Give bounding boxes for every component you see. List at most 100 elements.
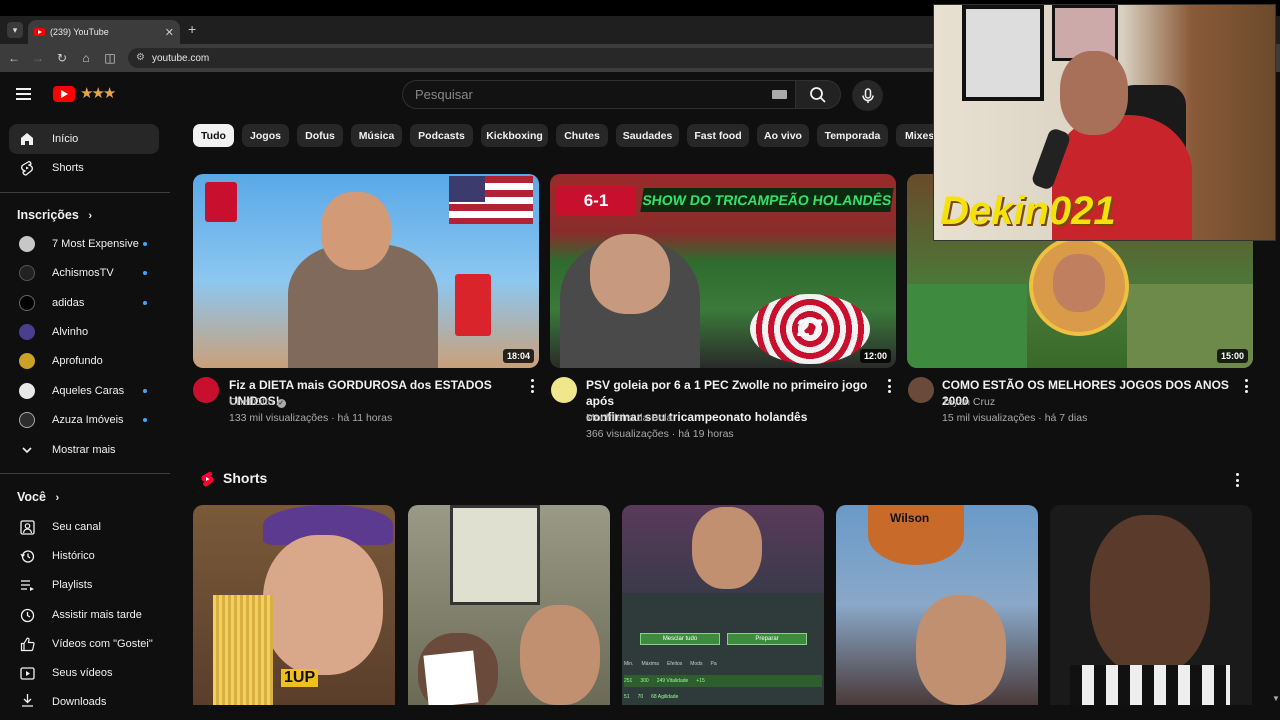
col-min: Min.: [624, 661, 634, 667]
scroll-down-icon[interactable]: ▼: [1272, 694, 1280, 703]
video-meta: 133 mil visualizações · há 11 horas: [229, 412, 393, 424]
keyboard-icon[interactable]: [772, 90, 787, 99]
video-title-line-1: PSV goleia por 6 a 1 PEC Zwolle no prime…: [586, 378, 868, 408]
game-table-row: 251 300 249 Vitalidade +15: [624, 675, 822, 687]
short-thumbnail[interactable]: [408, 505, 610, 705]
sidebar-item-subscription[interactable]: AchismosTV: [9, 258, 159, 288]
sidebar-item-downloads[interactable]: Downloads: [9, 687, 159, 707]
search-placeholder: Pesquisar: [415, 87, 473, 102]
chip-chutes[interactable]: Chutes: [556, 124, 608, 147]
sidebar-divider: [0, 192, 170, 193]
browser-tab-youtube[interactable]: (239) YouTube ✕: [28, 20, 180, 44]
show-more-button[interactable]: Mostrar mais: [9, 435, 159, 465]
sidebar-item-historico[interactable]: Histórico: [9, 541, 159, 571]
site-info-icon[interactable]: ⚙: [136, 52, 145, 63]
short-thumbnail[interactable]: 1UP: [193, 505, 395, 705]
verified-icon: ✓: [276, 399, 286, 408]
sidebar-item-subscription[interactable]: Alvinho: [9, 317, 159, 347]
tab-search-icon[interactable]: ▾: [7, 22, 23, 38]
search-button[interactable]: [795, 80, 841, 109]
channel-name[interactable]: CheffOtto ✓: [229, 396, 286, 408]
more-options-icon[interactable]: [527, 379, 537, 393]
channel-avatar: [19, 236, 35, 252]
kfc-bucket-graphic: [205, 182, 237, 222]
menu-icon[interactable]: [16, 85, 36, 105]
show-more-label: Mostrar mais: [52, 444, 116, 456]
youtube-logo-icon[interactable]: [53, 86, 75, 102]
chip-temporada[interactable]: Temporada: [817, 124, 888, 147]
channel-avatar[interactable]: [908, 377, 934, 403]
sidebar-item-seu-canal[interactable]: Seu canal: [9, 512, 159, 542]
short-overlay-text: 1UP: [281, 669, 319, 687]
channel-name[interactable]: Tayan Cruz: [942, 396, 995, 408]
url-text: youtube.com: [152, 52, 210, 64]
you-heading[interactable]: Você ›: [17, 490, 59, 504]
sidebar-item-label: Downloads: [52, 696, 107, 707]
person-face: [321, 192, 391, 270]
short-thumbnail[interactable]: [1050, 505, 1252, 705]
search-input[interactable]: Pesquisar: [402, 80, 795, 109]
chip-fast-food[interactable]: Fast food: [687, 124, 749, 147]
person-face: [916, 595, 1006, 705]
chip-jogos[interactable]: Jogos: [242, 124, 289, 147]
video-thumbnail[interactable]: 6-1 SHOW DO TRICAMPEÃO HOLANDÊS 27 12:00: [550, 174, 896, 368]
sidebar-item-subscription[interactable]: adidas: [9, 288, 159, 318]
chip-podcasts[interactable]: Podcasts: [410, 124, 473, 147]
badge-27-graphic: 27: [750, 294, 870, 364]
video-duration: 12:00: [859, 349, 891, 363]
address-bar[interactable]: ⚙ youtube.com: [128, 48, 958, 68]
voice-search-button[interactable]: [852, 80, 883, 111]
chip-dofus[interactable]: Dofus: [297, 124, 343, 147]
sidebar-item-seus-videos[interactable]: Seus vídeos: [9, 658, 159, 688]
forward-arrow-icon[interactable]: →: [28, 48, 48, 68]
subscriptions-heading[interactable]: Inscrições ›: [17, 208, 92, 222]
back-arrow-icon[interactable]: ←: [4, 48, 24, 68]
channel-name[interactable]: Mochileiro da Bola: [586, 412, 672, 424]
you-title: Você: [17, 490, 46, 504]
sidebar-item-subscription[interactable]: Azuza Imóveis: [9, 405, 159, 435]
sidebar-item-videos-gostei[interactable]: Vídeos com "Gostei": [9, 629, 159, 659]
wall-poster: [962, 5, 1044, 101]
video-thumbnail[interactable]: 18:04: [193, 174, 539, 368]
split-view-icon[interactable]: ◫: [100, 48, 120, 68]
sidebar-item-shorts[interactable]: Shorts: [9, 153, 159, 183]
new-content-dot: [143, 389, 147, 393]
sidebar-item-label: 7 Most Expensive: [52, 238, 139, 250]
sidebar-item-subscription[interactable]: Aprofundo: [9, 346, 159, 376]
close-tab-icon[interactable]: ✕: [165, 26, 174, 39]
microphone-icon: [861, 87, 874, 103]
sidebar-item-subscription[interactable]: Aqueles Caras: [9, 376, 159, 406]
short-thumbnail[interactable]: Mesclar tudo Preparar Min. Máxima Efeito…: [622, 505, 824, 705]
search-icon: [810, 86, 826, 103]
video-meta: 366 visualizações · há 19 horas: [586, 428, 734, 440]
sidebar-item-label: Aqueles Caras: [52, 385, 125, 397]
new-tab-icon[interactable]: +: [188, 21, 196, 37]
chip-musica[interactable]: Música: [351, 124, 402, 147]
channel-avatar[interactable]: [551, 377, 577, 403]
chip-kickboxing[interactable]: Kickboxing: [481, 124, 548, 147]
sidebar-item-subscription[interactable]: 7 Most Expensive: [9, 229, 159, 259]
history-icon: [19, 548, 35, 564]
sidebar-item-playlists[interactable]: Playlists: [9, 570, 159, 600]
sidebar-item-inicio[interactable]: Início: [9, 124, 159, 154]
new-content-dot: [143, 418, 147, 422]
chip-tudo[interactable]: Tudo: [193, 124, 234, 147]
tab-title: (239) YouTube: [50, 27, 109, 37]
sidebar-item-assistir-mais-tarde[interactable]: Assistir mais tarde: [9, 600, 159, 630]
shorts-section-title: Shorts: [223, 470, 268, 486]
channel-avatar[interactable]: [193, 377, 219, 403]
youtube-doodle-icon[interactable]: ★★★: [80, 84, 116, 102]
more-options-icon[interactable]: [884, 379, 894, 393]
chip-ao-vivo[interactable]: Ao vivo: [757, 124, 809, 147]
chip-saudades[interactable]: Saudades: [616, 124, 679, 147]
person-face: [1090, 515, 1210, 675]
reload-icon[interactable]: ↻: [52, 48, 72, 68]
home-browser-icon[interactable]: ⌂: [76, 48, 96, 68]
more-options-icon[interactable]: [1241, 379, 1251, 393]
shorts-more-options-icon[interactable]: [1232, 473, 1242, 487]
person-face: [692, 507, 762, 589]
short-thumbnail[interactable]: Wilson: [836, 505, 1038, 705]
webcam-overlay-text: Dekin021: [940, 189, 1116, 233]
person-face: [590, 234, 670, 314]
playlist-icon: [19, 577, 35, 593]
